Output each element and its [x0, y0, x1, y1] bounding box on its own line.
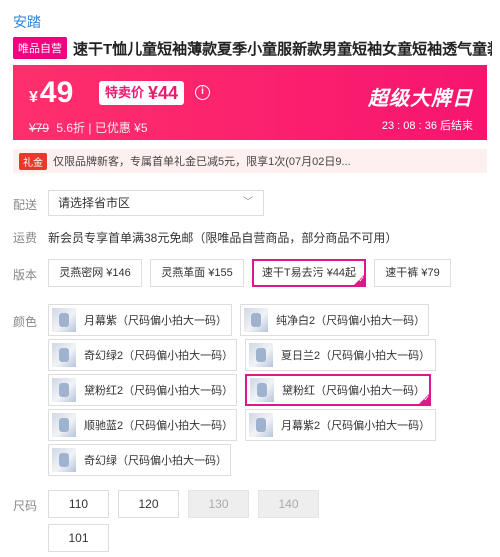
- selected-check-icon: [417, 392, 431, 406]
- version-label: 版本: [13, 268, 38, 282]
- discount-text: 5.6折 | 已优惠 ¥5: [56, 121, 148, 135]
- color-thumbnail: [52, 448, 76, 472]
- color-label: 颜色: [13, 315, 38, 329]
- selected-check-icon: [352, 273, 366, 287]
- color-option-label: 纯净白2（尺码偏小拍大一码）: [276, 315, 426, 327]
- size-option-disabled: 140: [258, 490, 319, 518]
- original-price: ¥79: [29, 121, 50, 135]
- gift-money-notice: 礼金 仅限品牌新客，专属首单礼金已减5元，限享1次(07月02日9...: [13, 149, 487, 173]
- currency-symbol: ¥: [29, 89, 38, 106]
- version-option[interactable]: 速干裤 ¥79: [374, 259, 451, 287]
- super-brand-day-label: 超级大牌日: [368, 88, 473, 110]
- gift-badge: 礼金: [19, 152, 47, 170]
- price-subline: ¥79 5.6折 | 已优惠 ¥5: [29, 119, 148, 136]
- color-option[interactable]: 顺驰蓝2（尺码偏小拍大一码）: [48, 409, 237, 441]
- special-price-label: 特卖价: [105, 85, 145, 100]
- region-select[interactable]: 请选择省市区 ﹀: [48, 190, 264, 216]
- color-option-label: 月幕紫2（尺码偏小拍大一码）: [281, 420, 431, 432]
- color-thumbnail: [250, 378, 274, 402]
- color-option[interactable]: 奇幻绿（尺码偏小拍大一码）: [48, 444, 231, 476]
- current-price: ¥ 49: [29, 78, 73, 108]
- size-option[interactable]: 101: [48, 524, 109, 552]
- color-option-label: 奇幻绿（尺码偏小拍大一码）: [84, 455, 227, 467]
- color-option-label: 黛粉红2（尺码偏小拍大一码）: [84, 385, 234, 397]
- shipping-label: 运费: [13, 231, 38, 245]
- color-option-label: 顺驰蓝2（尺码偏小拍大一码）: [84, 420, 234, 432]
- version-option[interactable]: 灵燕革面 ¥155: [150, 259, 244, 287]
- color-option-label: 奇幻绿2（尺码偏小拍大一码）: [84, 350, 234, 362]
- brand-name[interactable]: 安踏: [13, 12, 41, 32]
- special-price-value: ¥44: [148, 83, 179, 103]
- version-option-selected[interactable]: 速干T易去污 ¥44起: [252, 259, 366, 287]
- version-option-label: 速干T易去污 ¥44起: [261, 267, 357, 279]
- size-label: 尺码: [13, 499, 38, 513]
- price-value: 49: [39, 76, 74, 109]
- color-option[interactable]: 月幕紫（尺码偏小拍大一码）: [48, 304, 232, 336]
- price-banner: ¥ 49 特卖价 ¥44 i ¥79 5.6折 | 已优惠 ¥5 超级大牌日 2…: [13, 65, 487, 140]
- color-option-label: 夏日兰2（尺码偏小拍大一码）: [281, 350, 431, 362]
- chevron-down-icon: ﹀: [243, 197, 253, 208]
- color-option[interactable]: 夏日兰2（尺码偏小拍大一码）: [245, 339, 436, 371]
- region-select-placeholder: 请选择省市区: [58, 196, 131, 210]
- delivery-label: 配送: [13, 198, 38, 212]
- countdown-timer: 23 : 08 : 36 后结束: [381, 120, 473, 132]
- color-option[interactable]: 奇幻绿2（尺码偏小拍大一码）: [48, 339, 237, 371]
- vip-self-operated-badge: 唯品自营: [13, 37, 67, 59]
- size-option-disabled: 130: [188, 490, 249, 518]
- color-option-selected[interactable]: 黛粉红（尺码偏小拍大一码）: [245, 374, 431, 406]
- product-title-row: 唯品自营 速干T恤儿童短袖薄款夏季小童服新款男童短袖女童短袖透气童装: [13, 37, 492, 59]
- color-option-label: 黛粉红（尺码偏小拍大一码）: [282, 385, 425, 397]
- color-thumbnail: [249, 413, 273, 437]
- version-option[interactable]: 灵燕密网 ¥146: [48, 259, 142, 287]
- gift-text: 仅限品牌新客，专属首单礼金已减5元，限享1次(07月02日9...: [53, 156, 351, 168]
- size-option[interactable]: 110: [48, 490, 109, 518]
- color-thumbnail: [244, 308, 268, 332]
- size-option[interactable]: 120: [118, 490, 179, 518]
- color-thumbnail: [52, 343, 76, 367]
- info-icon[interactable]: i: [195, 85, 210, 100]
- product-title: 速干T恤儿童短袖薄款夏季小童服新款男童短袖女童短袖透气童装: [73, 40, 492, 58]
- color-thumbnail: [52, 413, 76, 437]
- special-price-badge: 特卖价 ¥44: [99, 81, 185, 105]
- color-thumbnail: [249, 343, 273, 367]
- color-thumbnail: [52, 308, 76, 332]
- color-option[interactable]: 月幕紫2（尺码偏小拍大一码）: [245, 409, 436, 441]
- color-option-label: 月幕紫（尺码偏小拍大一码）: [84, 315, 227, 327]
- color-thumbnail: [52, 378, 76, 402]
- shipping-info: 新会员专享首单满38元免邮（限唯品自营商品，部分商品不可用）: [48, 231, 398, 245]
- color-option[interactable]: 纯净白2（尺码偏小拍大一码）: [240, 304, 429, 336]
- color-option[interactable]: 黛粉红2（尺码偏小拍大一码）: [48, 374, 237, 406]
